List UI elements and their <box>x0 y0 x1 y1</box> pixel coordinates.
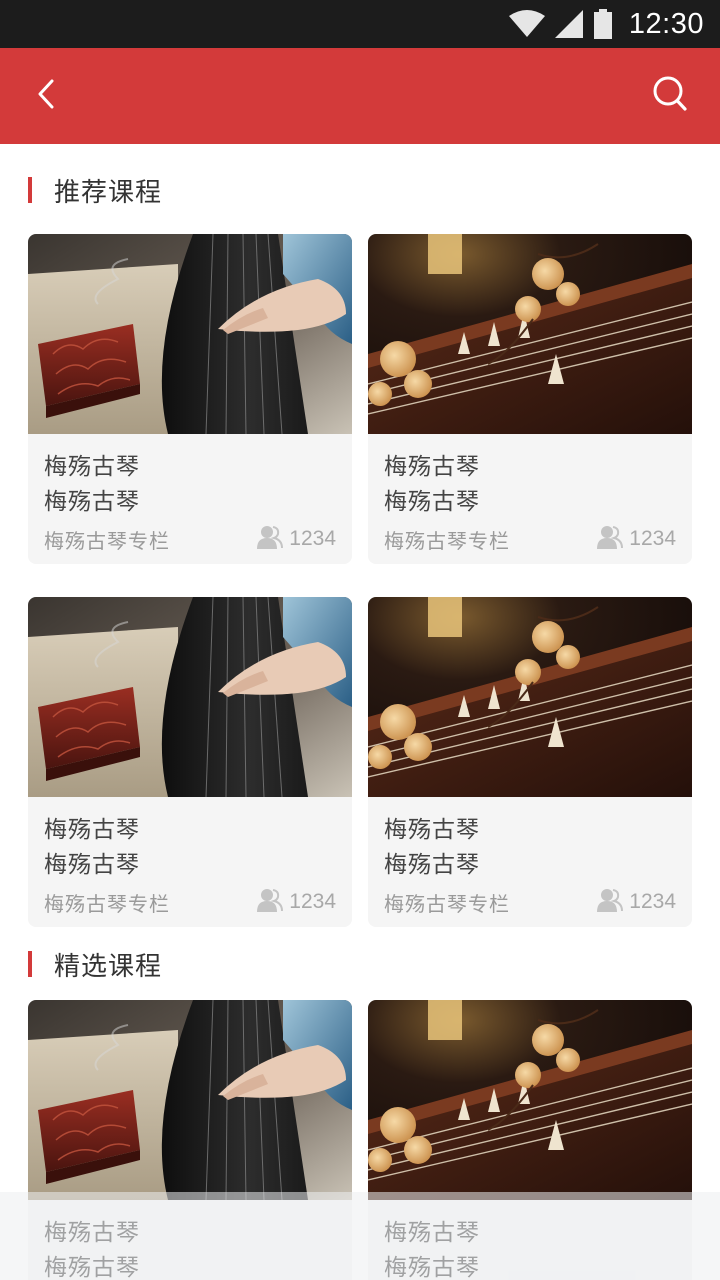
course-meta: 梅殇古琴专栏 1234 <box>384 888 676 916</box>
course-card[interactable]: 梅殇古琴 梅殇古琴 梅殇古琴专栏 1234 <box>368 597 692 927</box>
course-subtitle: 梅殇古琴 <box>44 852 140 878</box>
users-icon <box>257 525 284 553</box>
signal-icon <box>554 10 583 38</box>
section-title: 推荐课程 <box>54 177 163 208</box>
course-card[interactable]: 梅殇古琴 梅殇古琴 <box>28 1000 352 1280</box>
section-title: 精选课程 <box>54 951 163 982</box>
course-meta: 梅殇古琴专栏 1234 <box>384 525 676 553</box>
course-subtitle: 梅殇古琴 <box>44 1255 140 1280</box>
course-card[interactable]: 梅殇古琴 梅殇古琴 梅殇古琴专栏 1234 <box>28 234 352 564</box>
course-thumbnail <box>368 234 692 434</box>
course-title: 梅殇古琴 <box>384 1220 480 1246</box>
course-column: 梅殇古琴专栏 <box>384 891 510 916</box>
battery-icon <box>593 9 613 39</box>
course-subtitle: 梅殇古琴 <box>384 489 480 515</box>
course-title: 梅殇古琴 <box>44 817 140 843</box>
back-button[interactable] <box>22 72 70 120</box>
course-card[interactable]: 梅殇古琴 梅殇古琴 梅殇古琴专栏 1234 <box>28 597 352 927</box>
viewer-stat: 1234 <box>597 525 676 553</box>
content-scroll[interactable]: 推荐课程 梅殇古琴 梅殇古琴 梅殇古琴专栏 1234 梅殇古琴 梅殇古琴 梅殇古… <box>0 144 720 1280</box>
course-subtitle: 梅殇古琴 <box>44 489 140 515</box>
course-meta: 梅殇古琴专栏 1234 <box>44 525 336 553</box>
chevron-left-icon <box>36 79 56 113</box>
status-time: 12:30 <box>628 7 704 40</box>
viewer-stat: 1234 <box>597 888 676 916</box>
viewer-stat: 1234 <box>257 525 336 553</box>
course-title: 梅殇古琴 <box>44 1220 140 1246</box>
users-icon <box>597 888 624 916</box>
viewer-count: 1234 <box>289 527 336 550</box>
section-featured: 精选课程 <box>28 944 162 984</box>
wifi-icon <box>508 10 545 38</box>
search-icon <box>652 75 688 117</box>
status-bar: 12:30 <box>0 0 720 48</box>
section-accent-bar <box>28 177 32 203</box>
course-thumbnail <box>368 597 692 797</box>
viewer-stat: 1234 <box>257 888 336 916</box>
status-icons: 12:30 <box>508 0 704 48</box>
course-column: 梅殇古琴专栏 <box>384 528 510 553</box>
viewer-count: 1234 <box>629 890 676 913</box>
course-thumbnail <box>28 234 352 434</box>
course-thumbnail <box>368 1000 692 1200</box>
search-button[interactable] <box>644 70 696 122</box>
course-thumbnail <box>28 1000 352 1200</box>
section-accent-bar <box>28 951 32 977</box>
users-icon <box>257 888 284 916</box>
course-column: 梅殇古琴专栏 <box>44 891 170 916</box>
users-icon <box>597 525 624 553</box>
course-card[interactable]: 梅殇古琴 梅殇古琴 <box>368 1000 692 1280</box>
viewer-count: 1234 <box>289 890 336 913</box>
course-title: 梅殇古琴 <box>44 454 140 480</box>
course-thumbnail <box>28 597 352 797</box>
course-meta: 梅殇古琴专栏 1234 <box>44 888 336 916</box>
course-card[interactable]: 梅殇古琴 梅殇古琴 梅殇古琴专栏 1234 <box>368 234 692 564</box>
course-column: 梅殇古琴专栏 <box>44 528 170 553</box>
course-title: 梅殇古琴 <box>384 817 480 843</box>
viewer-count: 1234 <box>629 527 676 550</box>
course-subtitle: 梅殇古琴 <box>384 852 480 878</box>
section-recommended: 推荐课程 <box>28 170 162 210</box>
course-title: 梅殇古琴 <box>384 454 480 480</box>
app-bar <box>0 48 720 144</box>
course-subtitle: 梅殇古琴 <box>384 1255 480 1280</box>
